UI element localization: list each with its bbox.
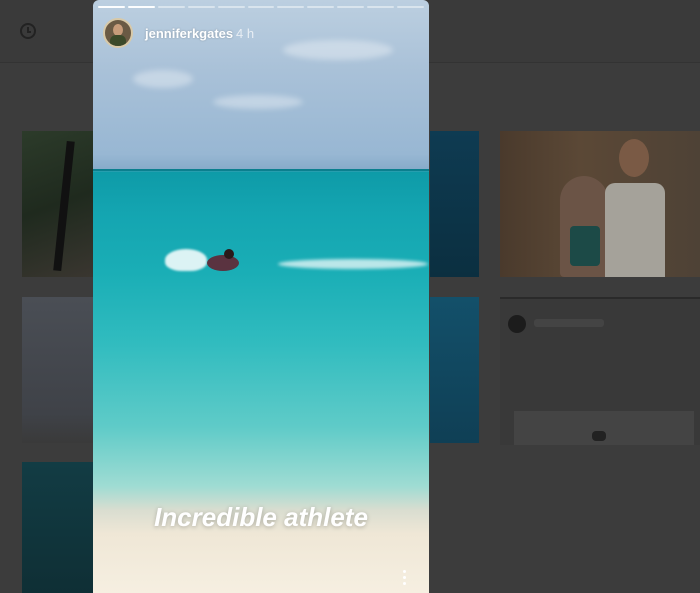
progress-segment [247,6,275,8]
story-viewer[interactable]: jenniferkgates 4 h Incredible athlete [93,0,429,593]
post-username-placeholder [534,319,604,327]
story-progress-bar [98,6,424,8]
person-head [619,139,649,177]
progress-segment [397,6,424,8]
progress-segment [337,6,365,8]
feed-tile-photo[interactable] [500,131,700,277]
progress-segment [367,6,395,8]
post-image-strip[interactable] [514,411,694,445]
avatar-torso [110,35,126,46]
story-timestamp: 4 h [236,26,255,41]
person-top [570,226,600,266]
feed-tile[interactable] [22,462,94,593]
person-body [605,183,665,277]
story-caption: Incredible athlete [154,502,368,532]
feed-tile[interactable] [22,297,94,443]
progress-segment [277,6,305,8]
horizon [93,169,429,171]
progress-segment [217,6,245,8]
boat-wake [278,259,428,269]
progress-segment [187,6,215,8]
progress-segment [127,6,155,8]
thumbnail-object [592,431,606,441]
cloud [283,40,393,60]
person-figure [605,139,665,277]
feed-tile[interactable] [22,131,94,277]
post-avatar[interactable] [508,315,526,333]
clock-icon[interactable] [20,23,36,39]
tube-rider [224,249,234,259]
story-username[interactable]: jenniferkgates [145,26,233,41]
feed-tile[interactable] [430,297,479,443]
progress-segment [157,6,185,8]
progress-segment [307,6,335,8]
person-figure [560,176,608,277]
water-spray [165,249,207,271]
tree-trunk [53,140,75,272]
profile-avatar[interactable] [103,18,133,48]
cloud [133,70,193,88]
feed-tile[interactable] [430,131,479,277]
cloud [213,95,303,109]
more-options-icon[interactable] [403,570,407,585]
progress-segment [98,6,125,8]
feed-post-card[interactable] [500,297,700,445]
inner-tube [207,255,239,271]
